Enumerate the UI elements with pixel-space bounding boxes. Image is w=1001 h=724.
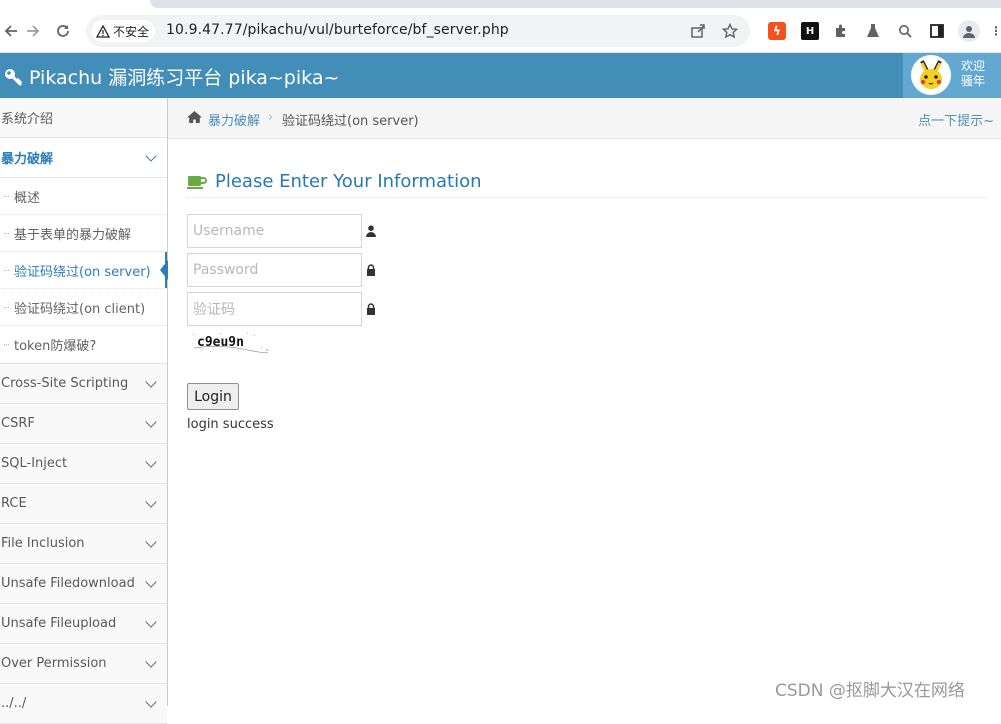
submenu-item-label: token防爆破?: [14, 339, 97, 354]
sidebar-item-label: File Inclusion: [1, 536, 85, 551]
submenu-item-overview[interactable]: 概述: [0, 178, 167, 215]
captcha-image[interactable]: c9eu9n: [190, 330, 270, 354]
sidebar-item-label: RCE: [1, 496, 27, 511]
chevron-down-icon: [145, 616, 157, 628]
active-indicator: [165, 252, 167, 288]
home-icon[interactable]: [186, 110, 202, 124]
welcome-text: 欢迎 骚年: [961, 59, 985, 89]
security-chip[interactable]: 不安全: [92, 20, 156, 42]
app-title: Pikachu 漏洞练习平台 pika~pika~: [29, 67, 340, 89]
sidebar-item-dir-traversal[interactable]: ../../: [0, 684, 167, 724]
breadcrumb-current: 验证码绕过(on server): [282, 114, 419, 129]
breadcrumb-home-link[interactable]: 暴力破解: [208, 110, 260, 129]
username-input[interactable]: Username: [187, 214, 362, 248]
sidebar-submenu: 概述 基于表单的暴力破解 验证码绕过(on server) 验证码绕过(on c…: [0, 178, 168, 364]
forward-icon[interactable]: [22, 20, 44, 42]
sidebar-item-label: SQL-Inject: [1, 456, 68, 471]
sidebar-item-label: Unsafe Filedownload: [1, 576, 135, 591]
captcha-placeholder: 验证码: [193, 302, 235, 318]
submenu-item-label: 验证码绕过(on server): [14, 264, 151, 280]
csdn-watermark: CSDN @抠脚大汉在网络: [775, 681, 965, 701]
sidebar-item-over-permission[interactable]: Over Permission: [0, 644, 167, 684]
submenu-item-label: 验证码绕过(on client): [14, 301, 146, 317]
login-result-text: login success: [187, 417, 274, 432]
security-label: 不安全: [113, 24, 150, 39]
bookmark-star-icon[interactable]: [720, 21, 740, 41]
pikachu-avatar: [911, 55, 951, 95]
lock-icon: [366, 303, 376, 315]
sidebar-item-xss[interactable]: Cross-Site Scripting: [0, 364, 167, 404]
sidebar-item-sqli[interactable]: SQL-Inject: [0, 444, 167, 484]
chevron-down-icon: [145, 496, 157, 508]
sidebar-item-label: ../../: [1, 696, 27, 711]
form-title: Please Enter Your Information: [215, 171, 482, 192]
sidebar-item-file-inclusion[interactable]: File Inclusion: [0, 524, 167, 564]
chevron-down-icon: [145, 150, 157, 162]
extensions-puzzle-icon[interactable]: [832, 22, 850, 40]
sidebar-item-rce[interactable]: RCE: [0, 484, 167, 524]
app-header: Pikachu 漏洞练习平台 pika~pika~ 欢迎 骚年: [0, 53, 1001, 98]
sidebar-item-label: Cross-Site Scripting: [1, 376, 129, 391]
sidebar-item-bruteforce[interactable]: 暴力破解: [0, 138, 167, 178]
coffee-cup-icon: [187, 174, 207, 190]
sidebar: 系统介绍 暴力破解 概述 基于表单的暴力破解 验证码绕过(on server) …: [0, 98, 168, 724]
search-icon[interactable]: [896, 22, 914, 40]
password-placeholder: Password: [193, 262, 259, 278]
username-placeholder: Username: [193, 223, 265, 239]
breadcrumb-separator: ›: [268, 110, 274, 125]
hint-link[interactable]: 点一下提示~: [918, 110, 994, 129]
back-icon[interactable]: [0, 20, 22, 42]
chevron-down-icon: [145, 376, 157, 388]
captcha-text: c9eu9n: [197, 335, 244, 350]
address-bar[interactable]: 不安全 10.9.47.77/pikachu/vul/burteforce/bf…: [86, 15, 750, 47]
sidebar-item-fileupload[interactable]: Unsafe Fileupload: [0, 604, 167, 644]
warning-icon: [95, 24, 111, 38]
password-input[interactable]: Password: [187, 253, 362, 287]
browser-toolbar: 不安全 10.9.47.77/pikachu/vul/burteforce/bf…: [0, 0, 1001, 53]
submenu-item-form-bruteforce[interactable]: 基于表单的暴力破解: [0, 215, 167, 252]
tab-strip: [150, 0, 1001, 8]
share-icon[interactable]: [688, 21, 708, 41]
user-menu[interactable]: 欢迎 骚年: [903, 53, 1001, 98]
chevron-down-icon: [145, 416, 157, 428]
key-icon: [3, 67, 23, 87]
extension-h-icon[interactable]: H: [801, 22, 819, 40]
menu-kebab-icon[interactable]: ⋮: [990, 22, 1001, 40]
chevron-down-icon: [145, 456, 157, 468]
url-text[interactable]: 10.9.47.77/pikachu/vul/burteforce/bf_ser…: [166, 22, 509, 38]
welcome-line-2: 骚年: [961, 74, 986, 88]
sidebar-item-intro[interactable]: 系统介绍: [0, 98, 167, 138]
chevron-down-icon: [145, 536, 157, 548]
labs-flask-icon[interactable]: [864, 22, 882, 40]
submenu-item-captcha-client[interactable]: 验证码绕过(on client): [0, 289, 167, 326]
side-panel-icon[interactable]: [928, 22, 946, 40]
brand[interactable]: Pikachu 漏洞练习平台 pika~pika~: [3, 63, 339, 90]
sidebar-item-label: Over Permission: [1, 656, 107, 671]
welcome-line-1: 欢迎: [961, 59, 986, 73]
lock-icon: [366, 264, 376, 276]
profile-avatar-icon[interactable]: [958, 20, 980, 42]
chevron-down-icon: [145, 576, 157, 588]
submenu-item-label: 概述: [14, 190, 41, 206]
submenu-item-label: 基于表单的暴力破解: [14, 227, 132, 243]
reload-icon[interactable]: [52, 20, 74, 42]
sidebar-item-label: Unsafe Fileupload: [1, 616, 117, 631]
sidebar-item-label: CSRF: [1, 416, 35, 431]
sidebar-item-csrf[interactable]: CSRF: [0, 404, 167, 444]
page-title: Please Enter Your Information: [187, 166, 987, 198]
submenu-item-captcha-server[interactable]: 验证码绕过(on server): [0, 252, 168, 289]
submenu-item-token[interactable]: token防爆破?: [0, 326, 167, 363]
chevron-down-icon: [145, 656, 157, 668]
captcha-input[interactable]: 验证码: [187, 292, 362, 326]
login-button[interactable]: Login: [187, 383, 239, 410]
breadcrumb: 暴力破解 › 验证码绕过(on server) 点一下提示~: [168, 98, 1001, 139]
extension-bolt-icon[interactable]: ϟ: [768, 22, 786, 40]
sidebar-item-label: 暴力破解: [1, 152, 54, 167]
sidebar-item-label: 系统介绍: [1, 112, 54, 127]
sidebar-item-filedownload[interactable]: Unsafe Filedownload: [0, 564, 167, 604]
user-icon: [366, 225, 376, 237]
